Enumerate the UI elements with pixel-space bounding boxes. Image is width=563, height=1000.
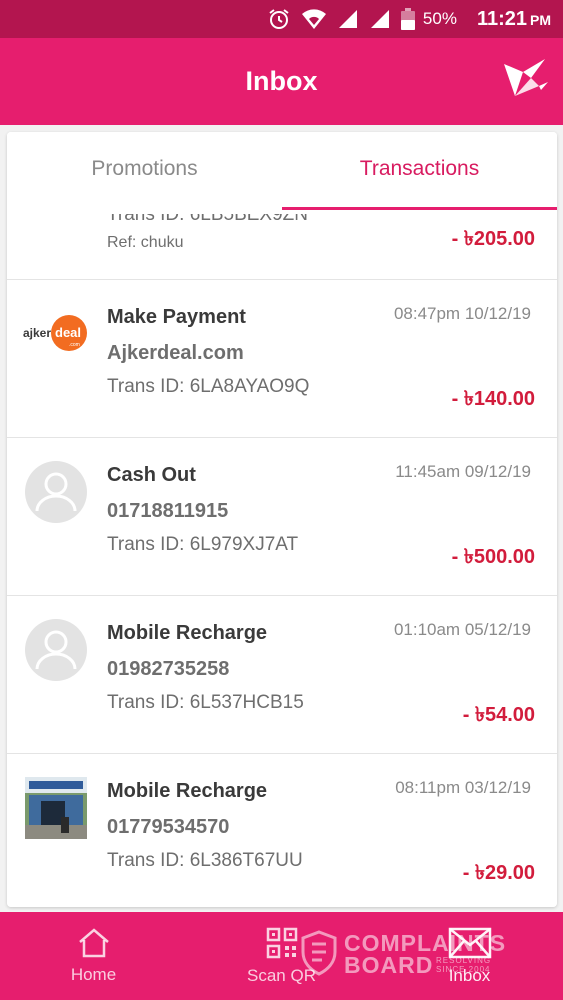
clock-time: 11:21 xyxy=(476,7,527,30)
transaction-type: Cash Out xyxy=(107,464,196,486)
transaction-date: 08:47pm 10/12/19 xyxy=(393,304,531,323)
transaction-party: 01718811915 xyxy=(107,500,229,522)
transaction-amount: - ৳205.00 xyxy=(451,228,535,250)
battery-icon xyxy=(400,8,415,30)
alarm-icon xyxy=(267,7,291,31)
transaction-list[interactable]: Trans ID: 6LB5BEX9ZN Ref: chuku - ৳205.0… xyxy=(7,132,557,907)
logo-word-ajker: ajker xyxy=(23,326,51,340)
transaction-item-mobile-recharge[interactable]: Mobile Recharge 01779534570 Trans ID: 6L… xyxy=(7,754,557,907)
transaction-id: Trans ID: 6L386T67UU xyxy=(107,850,303,871)
shop-photo xyxy=(25,777,87,839)
tab-transactions[interactable]: Transactions xyxy=(282,132,557,214)
transaction-date: 11:45am 09/12/19 xyxy=(395,462,531,481)
nav-home-label: Home xyxy=(70,964,117,984)
status-bar: 50% 11:21 PM xyxy=(0,0,563,38)
nav-scan-qr-label: Scan QR xyxy=(247,965,316,985)
tab-promotions[interactable]: Promotions xyxy=(7,132,282,214)
content-panel: Trans ID: 6LB5BEX9ZN Ref: chuku - ৳205.0… xyxy=(0,125,563,912)
app-bar: Inbox xyxy=(0,38,563,125)
transaction-party: Ajkerdeal.com xyxy=(107,342,244,364)
default-user-avatar xyxy=(25,461,87,523)
clock: 11:21 PM xyxy=(477,8,551,31)
transaction-amount: - ৳140.00 xyxy=(451,388,535,410)
transaction-type: Make Payment xyxy=(107,306,246,328)
nav-inbox[interactable]: Inbox xyxy=(376,912,563,1000)
transaction-item-mobile-recharge[interactable]: Mobile Recharge 01982735258 Trans ID: 6L… xyxy=(7,596,557,754)
logo-word-com: .com xyxy=(69,342,80,348)
bird-origami-icon[interactable] xyxy=(501,56,551,106)
transaction-amount: - ৳500.00 xyxy=(451,546,535,568)
nav-inbox-label: Inbox xyxy=(448,965,491,985)
battery-level: 50% xyxy=(422,9,457,28)
ajkerdeal-logo: ajker deal .com xyxy=(23,315,89,355)
transaction-ref: Ref: chuku xyxy=(107,234,184,251)
clock-ampm: PM xyxy=(530,11,551,28)
transaction-type: Mobile Recharge xyxy=(107,780,268,802)
transaction-id: Trans ID: 6LA8AYAO9Q xyxy=(107,376,310,397)
home-icon xyxy=(77,927,111,963)
transaction-type: Mobile Recharge xyxy=(107,622,268,644)
wifi-icon xyxy=(301,8,327,30)
transaction-party: 01982735258 xyxy=(107,658,230,680)
transaction-date: 01:10am 05/12/19 xyxy=(393,620,531,639)
default-user-avatar xyxy=(25,619,87,681)
inbox-card: Trans ID: 6LB5BEX9ZN Ref: chuku - ৳205.0… xyxy=(7,132,557,907)
transaction-party: 01779534570 xyxy=(107,816,230,838)
transaction-id: Trans ID: 6L979XJ7AT xyxy=(107,534,299,555)
active-tab-indicator xyxy=(282,207,557,210)
transaction-date: 08:11pm 03/12/19 xyxy=(395,778,531,797)
transaction-amount: - ৳54.00 xyxy=(462,704,535,726)
signal-icon-2 xyxy=(369,8,391,30)
transaction-item-make-payment[interactable]: ajker deal .com Make Payment Ajkerdeal.c… xyxy=(7,280,557,438)
bottom-nav: Home Scan QR Inbox xyxy=(0,912,563,1000)
tab-bar: Promotions Transactions xyxy=(7,132,557,214)
nav-scan-qr[interactable]: Scan QR xyxy=(188,912,375,1000)
transaction-id: Trans ID: 6L537HCB15 xyxy=(107,692,304,713)
nav-home[interactable]: Home xyxy=(0,912,187,1000)
signal-icon xyxy=(337,8,359,30)
envelope-icon xyxy=(448,927,492,964)
logo-word-deal: deal xyxy=(55,325,81,340)
transaction-item-cash-out[interactable]: Cash Out 01718811915 Trans ID: 6L979XJ7A… xyxy=(7,438,557,596)
qr-code-icon xyxy=(266,927,298,964)
transaction-amount: - ৳29.00 xyxy=(462,862,535,884)
page-title: Inbox xyxy=(245,66,318,96)
